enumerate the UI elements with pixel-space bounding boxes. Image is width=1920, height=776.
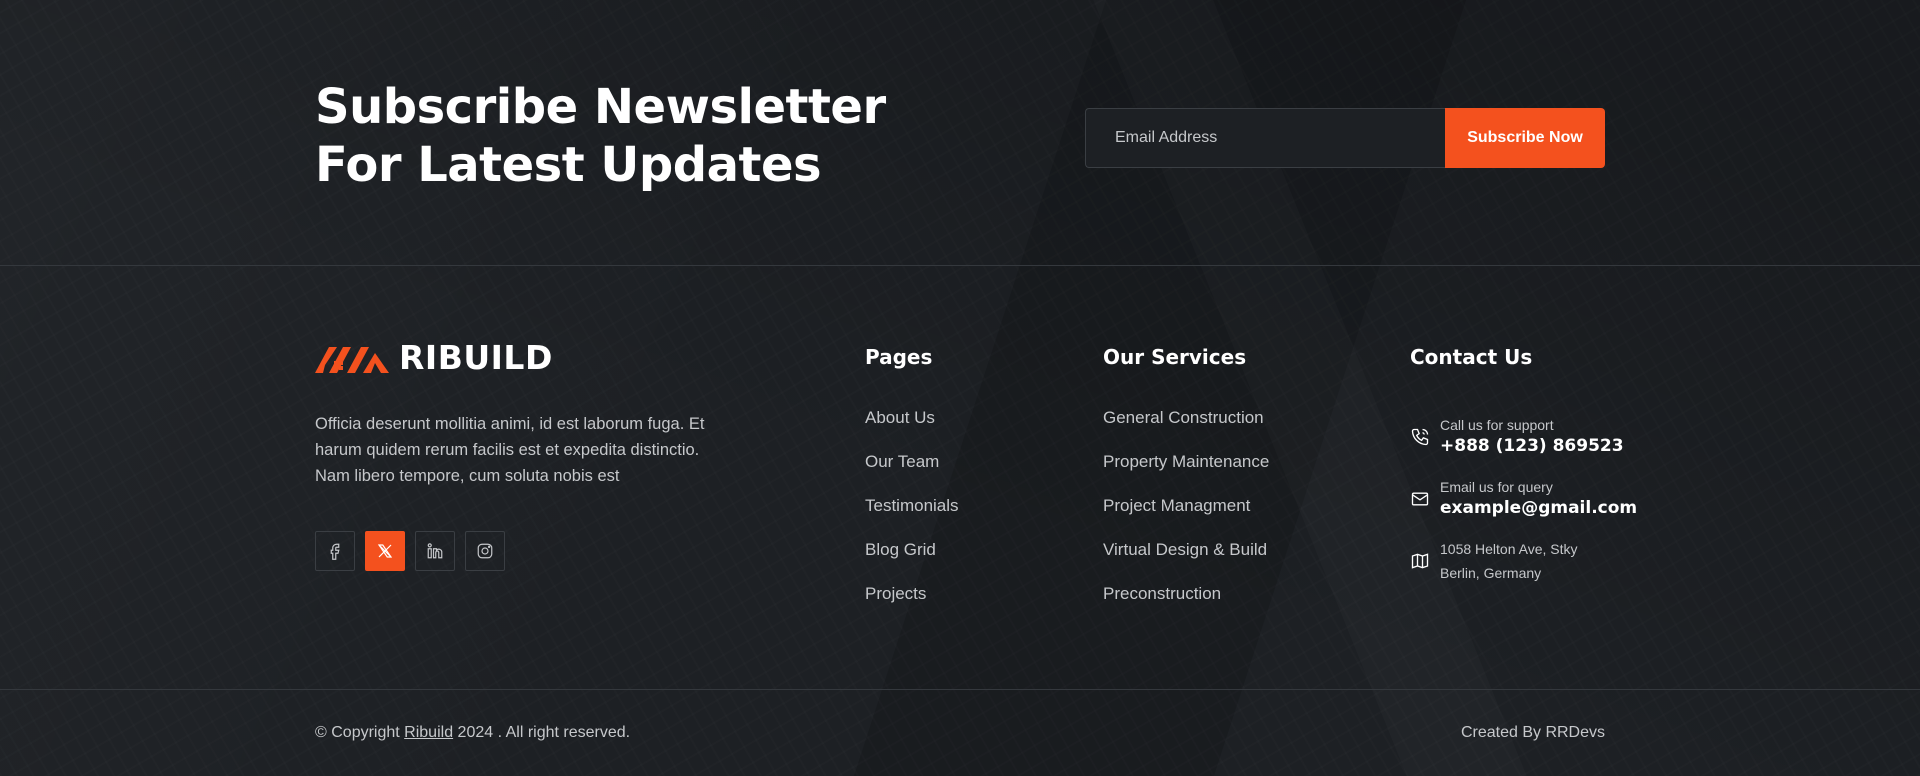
phone-label: Call us for support	[1440, 417, 1554, 433]
link-property-maintenance[interactable]: Property Maintenance	[1103, 452, 1269, 471]
logo[interactable]: RIBUILD	[315, 338, 735, 377]
link-our-team[interactable]: Our Team	[865, 452, 939, 471]
facebook-icon	[330, 543, 340, 560]
email-address[interactable]: example@gmail.com	[1440, 496, 1637, 520]
logo-text: RIBUILD	[399, 338, 553, 377]
instagram-link[interactable]	[465, 531, 505, 571]
link-projects[interactable]: Projects	[865, 584, 926, 603]
credit-text: Created By RRDevs	[1460, 724, 1605, 741]
newsletter-form: Subscribe Now	[1085, 108, 1605, 168]
subscribe-button[interactable]: Subscribe Now	[1445, 108, 1605, 168]
pages-column: Pages About Us Our Team Testimonials Blo…	[865, 344, 959, 627]
newsletter-section: Subscribe Newsletter For Latest Updates …	[0, 0, 1920, 266]
brand-column: RIBUILD Officia deserunt mollitia animi,…	[315, 338, 735, 571]
link-about-us[interactable]: About Us	[865, 408, 935, 427]
link-preconstruction[interactable]: Preconstruction	[1103, 584, 1221, 603]
about-text: Officia deserunt mollitia animi, id est …	[315, 415, 705, 485]
newsletter-title: Subscribe Newsletter For Latest Updates	[315, 79, 886, 193]
email-label: Email us for query	[1440, 479, 1553, 495]
services-title: Our Services	[1103, 345, 1247, 369]
instagram-icon	[477, 543, 493, 559]
link-virtual-design-build[interactable]: Virtual Design & Build	[1103, 540, 1267, 559]
address-line-1: 1058 Helton Ave, Stky	[1440, 541, 1578, 557]
link-testimonials[interactable]: Testimonials	[865, 496, 959, 515]
x-twitter-icon	[377, 544, 393, 558]
x-twitter-link[interactable]	[365, 531, 405, 571]
bottom-bar: © Copyright Ribuild 2024 . All right res…	[0, 690, 1920, 776]
mail-icon	[1410, 489, 1430, 509]
copyright-brand-link[interactable]: Ribuild	[404, 724, 453, 741]
facebook-link[interactable]	[315, 531, 355, 571]
map-icon	[1410, 551, 1430, 571]
footer-wrapper: Subscribe Newsletter For Latest Updates …	[0, 0, 1920, 776]
contact-address: 1058 Helton Ave, Stky Berlin, Germany	[1410, 530, 1637, 592]
link-general-construction[interactable]: General Construction	[1103, 408, 1264, 427]
contact-list: Call us for support +888 (123) 869523 Em…	[1410, 406, 1637, 592]
email-input[interactable]	[1085, 108, 1445, 168]
social-links	[315, 531, 735, 571]
address-line-2: Berlin, Germany	[1440, 565, 1542, 581]
contact-phone: Call us for support +888 (123) 869523	[1410, 406, 1637, 468]
linkedin-icon	[427, 543, 443, 559]
services-column: Our Services General Construction Proper…	[1103, 344, 1269, 627]
copyright-prefix: © Copyright	[315, 724, 400, 741]
logo-mark-icon	[315, 346, 389, 373]
pages-links: About Us Our Team Testimonials Blog Grid…	[865, 407, 959, 627]
services-links: General Construction Property Maintenanc…	[1103, 407, 1269, 627]
contact-email: Email us for query example@gmail.com	[1410, 468, 1637, 530]
phone-number[interactable]: +888 (123) 869523	[1440, 434, 1624, 458]
linkedin-link[interactable]	[415, 531, 455, 571]
contact-column: Contact Us Call us for support +888 (123…	[1410, 344, 1637, 592]
footer-main: RIBUILD Officia deserunt mollitia animi,…	[0, 266, 1920, 690]
copyright-text: © Copyright Ribuild 2024 . All right res…	[315, 724, 630, 742]
phone-icon	[1410, 427, 1430, 447]
link-project-managment[interactable]: Project Managment	[1103, 496, 1250, 515]
copyright-suffix: 2024 . All right reserved.	[457, 724, 631, 741]
pages-title: Pages	[865, 345, 933, 369]
link-blog-grid[interactable]: Blog Grid	[865, 540, 936, 559]
contact-title: Contact Us	[1410, 345, 1533, 369]
